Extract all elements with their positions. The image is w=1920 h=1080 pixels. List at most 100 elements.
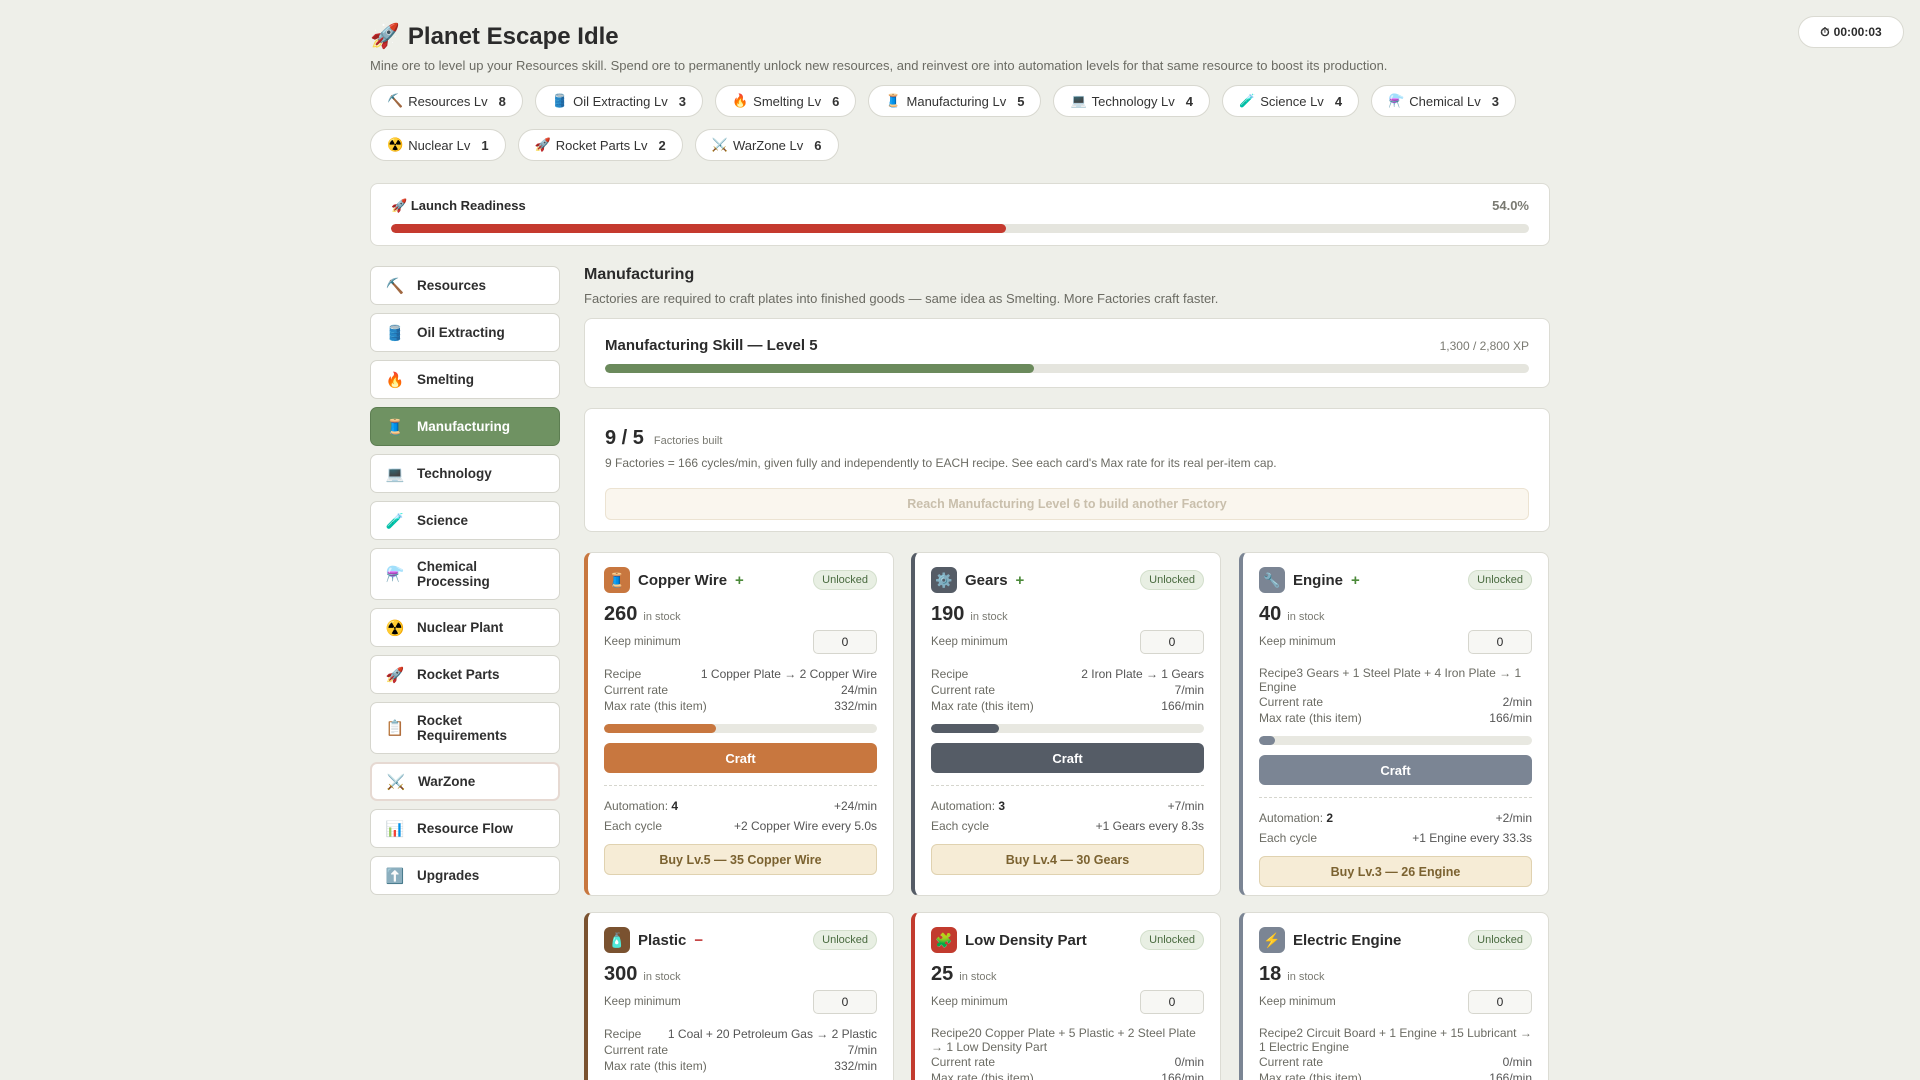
sidebar-item-manufacturing[interactable]: 🧵 Manufacturing	[370, 407, 560, 446]
test-tube-icon: 🧪	[385, 512, 405, 530]
build-factory-button-locked[interactable]: Reach Manufacturing Level 6 to build ano…	[605, 488, 1529, 520]
pickaxe-icon: ⛏️	[385, 277, 405, 295]
sidebar-item-technology[interactable]: 💻 Technology	[370, 454, 560, 493]
skill-chip-rocket-parts: 🚀 Rocket Parts Lv 2	[517, 129, 683, 161]
sidebar-item-oil-extracting[interactable]: 🛢️ Oil Extracting	[370, 313, 560, 352]
section-title: Manufacturing	[584, 266, 695, 283]
skill-chip-smelting: 🔥 Smelting Lv 6	[714, 85, 857, 117]
sidebar-item-label: Technology	[417, 466, 492, 481]
bar-chart-icon: 📊	[385, 820, 405, 838]
each-cycle-value: +1 Gears every 8.3s	[1095, 819, 1204, 833]
unlocked-badge: Unlocked	[1468, 930, 1532, 950]
buy-automation-button[interactable]: Buy Lv.3 — 26 Engine	[1259, 856, 1532, 887]
skill-chip-level: 1	[481, 137, 489, 153]
recipe-label: Recipe	[931, 1026, 969, 1040]
thread-spool-icon: 🧵	[385, 418, 405, 436]
recipe-label: Recipe	[604, 1027, 642, 1041]
keep-minimum-input[interactable]	[813, 990, 877, 1014]
sidebar-item-label: Manufacturing	[417, 419, 510, 434]
sidebar-item-science[interactable]: 🧪 Science	[370, 501, 560, 540]
skill-chip-level: 5	[1017, 93, 1025, 109]
sidebar-item-rocket-parts[interactable]: 🚀 Rocket Parts	[370, 655, 560, 694]
stock-label: in stock	[970, 611, 1008, 623]
craft-progress-fill	[1259, 736, 1276, 745]
current-rate-label: Current rate	[931, 683, 996, 697]
stock-label: in stock	[959, 971, 997, 983]
skill-chip-label: Chemical Lv	[1409, 93, 1481, 109]
sidebar-item-nuclear-plant[interactable]: ☢️ Nuclear Plant	[370, 608, 560, 647]
thread-spool-icon: 🧵	[604, 567, 630, 593]
skill-chip-level: 3	[678, 93, 686, 109]
sidebar-item-smelting[interactable]: 🔥 Smelting	[370, 360, 560, 399]
keep-minimum-input[interactable]	[1140, 630, 1204, 654]
automation-rate: +24/min	[833, 799, 877, 813]
laptop-icon: 💻	[1070, 93, 1087, 108]
unlocked-badge: Unlocked	[1468, 570, 1532, 590]
automation-label: Automation: 2	[1259, 810, 1333, 826]
divider	[604, 785, 877, 786]
current-rate-value: 7/min	[847, 1043, 877, 1057]
craft-button[interactable]: Craft	[931, 743, 1204, 773]
sidebar-item-chemical-processing[interactable]: ⚗️ Chemical Processing	[370, 548, 560, 600]
unlocked-badge: Unlocked	[1140, 930, 1204, 950]
current-rate-label: Current rate	[1259, 695, 1324, 709]
launch-readiness-panel: 🚀 Launch Readiness 54.0%	[370, 183, 1550, 246]
stock-count: 190	[931, 603, 965, 625]
recipe-card-low-density-part: 🧩 Low Density Part Unlocked 25 in stock K…	[911, 912, 1221, 1080]
lightning-icon: ⚡	[1259, 927, 1285, 953]
stock-label: in stock	[643, 971, 681, 983]
wrench-icon: 🔧	[1259, 567, 1285, 593]
recipe-label: Recipe	[931, 667, 969, 681]
keep-minimum-input[interactable]	[813, 630, 877, 654]
skill-chip-label: Oil Extracting Lv	[573, 93, 668, 109]
sidebar-item-upgrades[interactable]: ⬆️ Upgrades	[370, 856, 560, 895]
craft-progress-fill	[604, 724, 716, 733]
sidebar-item-label: Rocket Requirements	[417, 713, 508, 743]
card-title: Electric Engine	[1293, 931, 1402, 949]
each-cycle-value: +2 Copper Wire every 5.0s	[733, 819, 877, 833]
current-rate-label: Current rate	[604, 683, 669, 697]
sidebar-item-warzone[interactable]: ⚔️ WarZone	[370, 762, 560, 801]
stock-label: in stock	[1287, 611, 1325, 623]
recipe-card-gears: ⚙️ Gears + Unlocked 190 in stock Keep min…	[911, 552, 1221, 896]
recipe-value: 3 Gears + 1 Steel Plate + 4 Iron Plate →…	[1259, 666, 1522, 694]
fire-icon: 🔥	[385, 371, 405, 389]
launch-readiness-fill	[391, 224, 1006, 233]
current-rate-value: 7/min	[1174, 683, 1204, 697]
sidebar-item-label: Resource Flow	[417, 821, 514, 836]
gear-icon: ⚙️	[931, 567, 957, 593]
each-cycle-label: Each cycle	[604, 819, 663, 833]
buy-automation-button[interactable]: Buy Lv.4 — 30 Gears	[931, 844, 1204, 875]
stock-label: in stock	[643, 611, 681, 623]
each-cycle-label: Each cycle	[1259, 831, 1318, 845]
card-status-sign: +	[735, 571, 744, 589]
craft-button[interactable]: Craft	[1259, 755, 1532, 785]
recipe-value: 2 Circuit Board + 1 Engine + 15 Lubrican…	[1259, 1026, 1532, 1054]
buy-automation-button[interactable]: Buy Lv.5 — 35 Copper Wire	[604, 844, 877, 875]
timer-value: 00:00:03	[1833, 25, 1882, 39]
skill-chip-level: 3	[1491, 93, 1499, 109]
card-status-sign: +	[1015, 571, 1025, 589]
keep-minimum-input[interactable]	[1468, 990, 1532, 1014]
recipe-value: 1 Copper Plate → 2 Copper Wire	[700, 667, 877, 681]
keep-minimum-input[interactable]	[1140, 990, 1204, 1014]
recipe-label: Recipe	[604, 667, 642, 681]
recipe-card-plastic: 🧴 Plastic − Unlocked 300 in stock Keep mi…	[584, 912, 894, 1080]
skill-chip-chemical: ⚗️ Chemical Lv 3	[1371, 85, 1516, 117]
sidebar-nav: ⛏️ Resources 🛢️ Oil Extracting 🔥 Smelting 🧵…	[370, 266, 560, 895]
max-rate-label: Max rate (this item)	[604, 1059, 707, 1073]
stock-label: in stock	[1287, 971, 1325, 983]
card-title: Low Density Part	[965, 931, 1087, 949]
sidebar-item-resource-flow[interactable]: 📊 Resource Flow	[370, 809, 560, 848]
recipe-card-engine: 🔧 Engine + Unlocked 40 in stock Keep mini…	[1239, 552, 1549, 896]
sidebar-item-resources[interactable]: ⛏️ Resources	[370, 266, 560, 305]
rocket-icon: 🚀	[391, 198, 408, 213]
craft-button[interactable]: Craft	[604, 743, 877, 773]
unlocked-badge: Unlocked	[813, 930, 877, 950]
recipe-value: 20 Copper Plate + 5 Plastic + 2 Steel Pl…	[931, 1026, 1196, 1054]
keep-minimum-label: Keep minimum	[1259, 636, 1336, 648]
sidebar-item-label: Nuclear Plant	[417, 620, 504, 635]
skill-chip-label: Smelting Lv	[753, 93, 822, 109]
keep-minimum-input[interactable]	[1468, 630, 1532, 654]
sidebar-item-rocket-requirements[interactable]: 📋 Rocket Requirements	[370, 702, 560, 754]
